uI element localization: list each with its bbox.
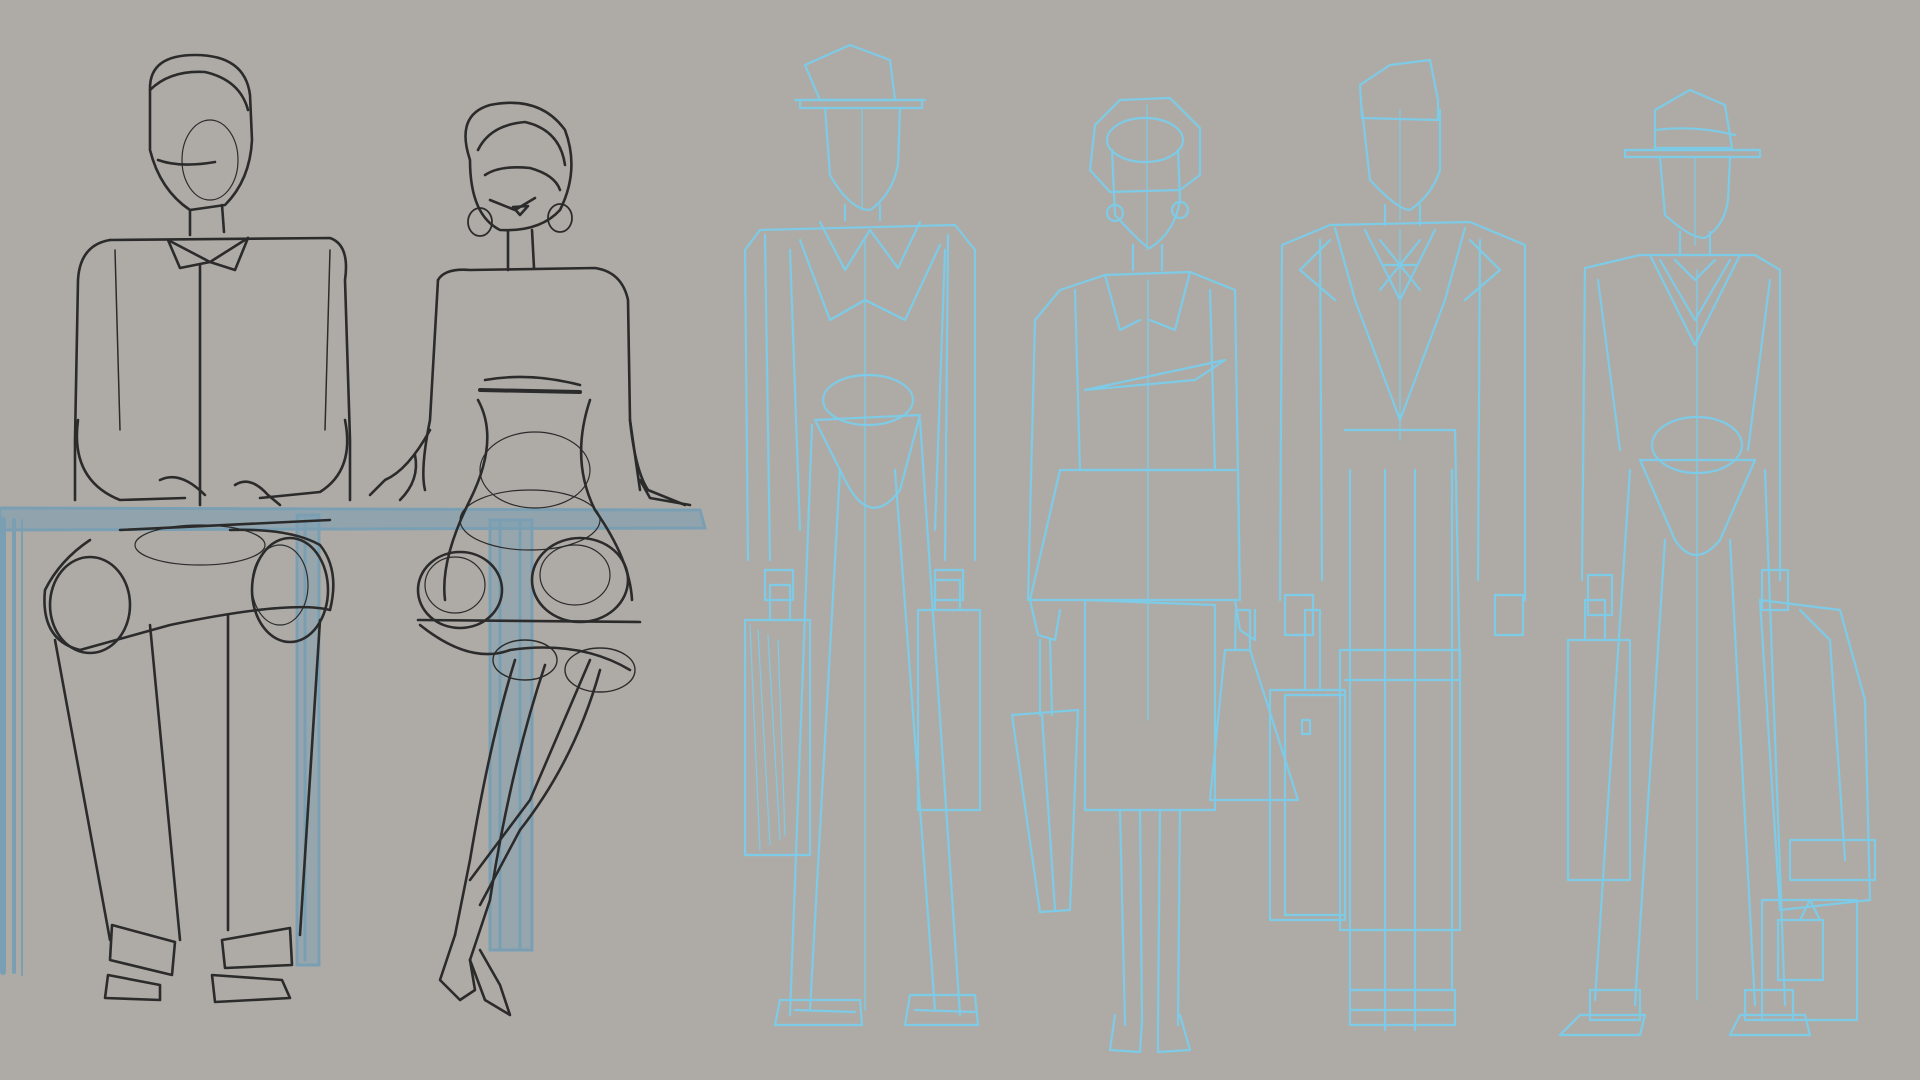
standing-man-hat-briefcase-sketch bbox=[743, 43, 982, 1027]
sketch-canvas bbox=[0, 0, 1920, 1080]
standing-man-suit-luggage-sketch bbox=[1268, 58, 1527, 1032]
bench bbox=[0, 506, 707, 976]
standing-man-hat-coat-luggage-sketch bbox=[1558, 88, 1877, 1037]
standing-woman-handbag-umbrella-sketch bbox=[1010, 96, 1300, 1054]
